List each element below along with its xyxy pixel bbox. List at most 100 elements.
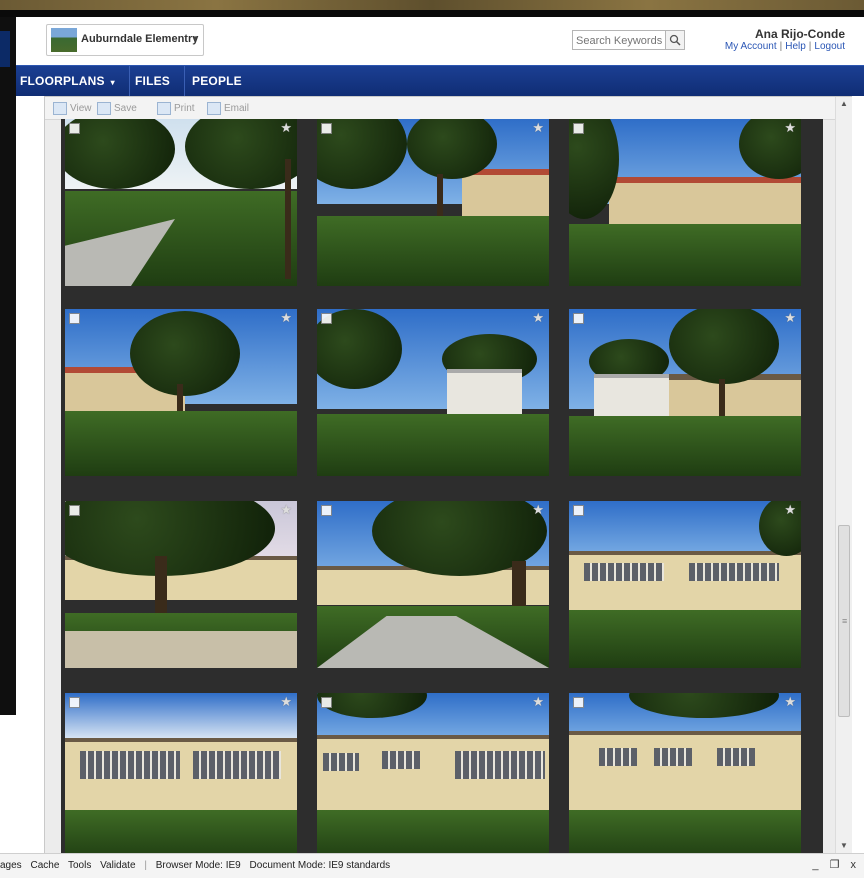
print-icon xyxy=(157,102,171,115)
photo-tile[interactable]: ★ xyxy=(569,309,801,476)
photo-tile[interactable]: ★ xyxy=(65,119,297,286)
minimize-icon[interactable]: _ xyxy=(812,859,818,871)
scroll-down-icon[interactable]: ▼ xyxy=(840,841,848,850)
star-icon[interactable]: ★ xyxy=(532,502,544,518)
nav-item-files[interactable]: FILES xyxy=(135,66,186,96)
star-icon[interactable]: ★ xyxy=(280,310,292,326)
email-label: Email xyxy=(224,103,250,115)
star-icon[interactable]: ★ xyxy=(532,694,544,710)
menu-validate[interactable]: Validate xyxy=(100,860,135,871)
photo-windows xyxy=(80,751,180,779)
photo-tile[interactable]: ★ xyxy=(569,501,801,668)
checkbox-icon[interactable] xyxy=(573,313,584,324)
grip-icon: ≡ xyxy=(842,616,848,626)
photo-tile[interactable]: ★ xyxy=(317,119,549,286)
photo-building xyxy=(447,369,522,418)
scroll-thumb[interactable]: ≡ xyxy=(838,525,850,717)
checkbox-icon[interactable] xyxy=(573,123,584,134)
photo-tile[interactable]: ★ xyxy=(569,119,801,286)
photo-tile[interactable]: ★ xyxy=(65,309,297,476)
search-icon xyxy=(669,34,681,46)
photo-grass xyxy=(317,810,549,854)
menu-images[interactable]: ages xyxy=(0,860,22,871)
photo-grass xyxy=(65,411,297,476)
photo-grass xyxy=(317,414,549,476)
star-icon[interactable]: ★ xyxy=(280,120,292,136)
print-button[interactable]: Print xyxy=(157,102,195,115)
checkbox-icon[interactable] xyxy=(69,505,80,516)
checkbox-icon[interactable] xyxy=(69,123,80,134)
window-controls: _ ❐ x xyxy=(804,858,856,871)
top-background-strip xyxy=(0,0,864,10)
photo-tile[interactable]: ★ xyxy=(569,693,801,854)
photo-tile[interactable]: ★ xyxy=(317,309,549,476)
photo-trunk xyxy=(285,159,291,279)
email-button[interactable]: Email xyxy=(207,102,249,115)
star-icon[interactable]: ★ xyxy=(784,694,796,710)
restore-icon[interactable]: ❐ xyxy=(830,859,840,871)
browser-mode[interactable]: Browser Mode: IE9 xyxy=(156,860,241,871)
top-border xyxy=(0,10,864,17)
school-selector[interactable]: Auburndale Elementry ▾ xyxy=(46,24,204,56)
photo-tile[interactable]: ★ xyxy=(317,693,549,854)
chevron-down-icon: ▾ xyxy=(110,78,115,87)
document-mode[interactable]: Document Mode: IE9 standards xyxy=(250,860,391,871)
photo-tile[interactable]: ★ xyxy=(65,501,297,668)
help-link[interactable]: Help xyxy=(785,41,806,52)
photo-windows xyxy=(654,748,692,766)
photo-windows xyxy=(717,748,755,766)
photo-grass xyxy=(569,810,801,854)
photo-building xyxy=(569,731,801,810)
photo-trunk xyxy=(155,556,167,616)
nav-item-floorplans[interactable]: FLOORPLANS ▾ xyxy=(20,66,130,96)
my-account-link[interactable]: My Account xyxy=(725,41,777,52)
save-button[interactable]: Save xyxy=(97,102,137,115)
star-icon[interactable]: ★ xyxy=(784,120,796,136)
background-nav-stub xyxy=(0,31,10,67)
menu-tools[interactable]: Tools xyxy=(68,860,91,871)
photo-windows xyxy=(382,751,420,769)
star-icon[interactable]: ★ xyxy=(532,310,544,326)
user-name: Ana Rijo-Conde xyxy=(755,27,845,41)
star-icon[interactable]: ★ xyxy=(280,694,292,710)
vertical-scrollbar[interactable]: ▲ ≡ ▼ xyxy=(835,97,852,854)
logout-link[interactable]: Logout xyxy=(814,41,845,52)
search-field[interactable] xyxy=(572,30,667,50)
save-label: Save xyxy=(114,103,137,115)
view-button[interactable]: View xyxy=(53,102,92,115)
photo-windows xyxy=(193,751,281,779)
checkbox-icon[interactable] xyxy=(69,313,80,324)
view-icon xyxy=(53,102,67,115)
nav-item-label: FLOORPLANS xyxy=(20,74,105,88)
star-icon[interactable]: ★ xyxy=(280,502,292,518)
checkbox-icon[interactable] xyxy=(573,697,584,708)
user-links: My Account | Help | Logout xyxy=(725,41,845,52)
photo-tile[interactable]: ★ xyxy=(65,693,297,854)
link-separator: | xyxy=(779,41,783,52)
checkbox-icon[interactable] xyxy=(321,697,332,708)
background-window-edge xyxy=(0,17,16,715)
menu-cache[interactable]: Cache xyxy=(30,860,59,871)
checkbox-icon[interactable] xyxy=(573,505,584,516)
star-icon[interactable]: ★ xyxy=(784,310,796,326)
photo-tile[interactable]: ★ xyxy=(317,501,549,668)
devtools-statusbar: ages Cache Tools Validate | Browser Mode… xyxy=(0,853,864,878)
photo-grid: ★ ★ ★ ★ ★ ★ ★ ★ ★ ★ ★ ★ xyxy=(61,119,823,854)
star-icon[interactable]: ★ xyxy=(784,502,796,518)
main-nav: FLOORPLANS ▾ FILES PEOPLE xyxy=(16,65,864,96)
checkbox-icon[interactable] xyxy=(69,697,80,708)
statusbar-divider: | xyxy=(144,860,147,871)
photo-viewer: View Save Print Email ★ ★ ★ ★ ★ ★ ★ ★ ★ … xyxy=(44,96,852,855)
checkbox-icon[interactable] xyxy=(321,123,332,134)
view-label: View xyxy=(70,103,92,115)
checkbox-icon[interactable] xyxy=(321,505,332,516)
checkbox-icon[interactable] xyxy=(321,313,332,324)
search-button[interactable] xyxy=(665,30,685,50)
close-icon[interactable]: x xyxy=(851,859,857,871)
email-icon xyxy=(207,102,221,115)
star-icon[interactable]: ★ xyxy=(532,120,544,136)
scroll-up-icon[interactable]: ▲ xyxy=(840,99,848,108)
nav-item-people[interactable]: PEOPLE xyxy=(192,66,242,96)
search-input[interactable] xyxy=(573,33,667,49)
statusbar-menu: ages Cache Tools Validate | Browser Mode… xyxy=(0,860,396,871)
